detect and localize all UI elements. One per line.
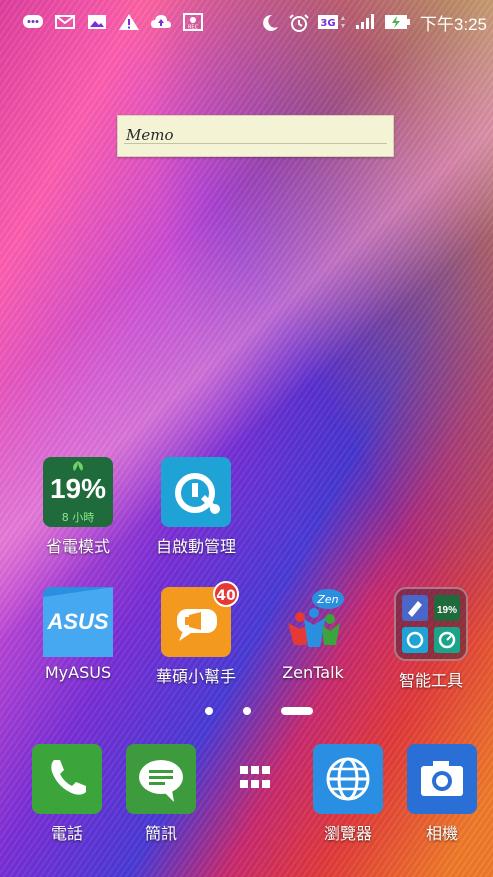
- dock-phone[interactable]: 電話: [22, 744, 112, 844]
- app-zentalk[interactable]: Zen ZenTalk: [258, 587, 368, 682]
- network-type: 3G: [320, 18, 335, 29]
- zen-bubble-text: Zen: [316, 593, 338, 606]
- mail-icon: [54, 13, 76, 31]
- auto-start-icon: [161, 457, 231, 527]
- app-power-saver[interactable]: 19% 8 小時 省電模式: [23, 457, 133, 557]
- folder-smart-tools[interactable]: 19% 智能工具: [376, 587, 486, 691]
- zentalk-icon: Zen: [278, 587, 348, 657]
- dock-camera[interactable]: 相機: [397, 744, 487, 844]
- power-saver-percent: 19%: [49, 473, 107, 504]
- 3g-icon: 3G: [317, 13, 346, 31]
- status-bar: REC 3G 下午3:25: [0, 0, 493, 44]
- record-icon: REC: [182, 13, 204, 31]
- warning-icon: [118, 13, 140, 31]
- camera-label: 相機: [425, 824, 458, 843]
- dock-messages[interactable]: 簡訊: [116, 744, 206, 844]
- auto-start-label: 自啟動管理: [155, 537, 236, 556]
- battery-charging-icon: [384, 13, 412, 31]
- page-indicator: [205, 707, 313, 715]
- memo-text: Memo: [126, 126, 174, 144]
- dock-app-drawer[interactable]: [210, 744, 300, 814]
- app-myasus[interactable]: ASUS MyASUS: [23, 587, 133, 682]
- messages-label: 簡訊: [144, 824, 177, 843]
- zentalk-label: ZenTalk: [282, 663, 344, 682]
- chat-icon: [22, 13, 44, 31]
- notification-badge: 40: [213, 581, 239, 607]
- moon-icon: [258, 13, 280, 31]
- camera-icon: [407, 744, 477, 814]
- phone-label: 電話: [50, 824, 83, 843]
- smart-tools-folder-icon: 19%: [394, 587, 468, 661]
- page-dot-3-active[interactable]: [281, 707, 313, 715]
- mini-power-percent: 19%: [437, 605, 457, 616]
- cloud-upload-icon: [150, 13, 172, 31]
- messages-icon: [126, 744, 196, 814]
- app-drawer-icon: [220, 744, 290, 814]
- app-auto-start[interactable]: 自啟動管理: [141, 457, 251, 557]
- status-left-icons: REC: [0, 13, 204, 31]
- clock: 下午3:25: [419, 14, 487, 34]
- power-saver-icon: 19% 8 小時: [43, 457, 113, 527]
- status-right-icons: 3G 下午3:25: [258, 10, 493, 35]
- app-asus-helper[interactable]: 40 華碩小幫手: [141, 581, 251, 687]
- power-saver-label: 省電模式: [45, 537, 110, 556]
- alarm-icon: [288, 13, 310, 32]
- memo-widget[interactable]: Memo: [117, 115, 394, 157]
- browser-globe-icon: [313, 744, 383, 814]
- svg-text:REC: REC: [188, 25, 199, 31]
- asus-logo: ASUS: [46, 609, 108, 634]
- power-saver-hours: 8 小時: [61, 511, 95, 524]
- image-icon: [86, 13, 108, 31]
- phone-icon: [32, 744, 102, 814]
- smart-tools-label: 智能工具: [398, 671, 463, 690]
- signal-icon: [354, 13, 376, 31]
- myasus-label: MyASUS: [44, 663, 112, 682]
- browser-label: 瀏覽器: [323, 824, 372, 843]
- page-dot-2[interactable]: [243, 707, 251, 715]
- helper-icon: 40: [161, 581, 239, 657]
- myasus-icon: ASUS: [43, 587, 113, 657]
- dock-browser[interactable]: 瀏覽器: [303, 744, 393, 844]
- helper-label: 華碩小幫手: [155, 667, 236, 686]
- page-dot-1[interactable]: [205, 707, 213, 715]
